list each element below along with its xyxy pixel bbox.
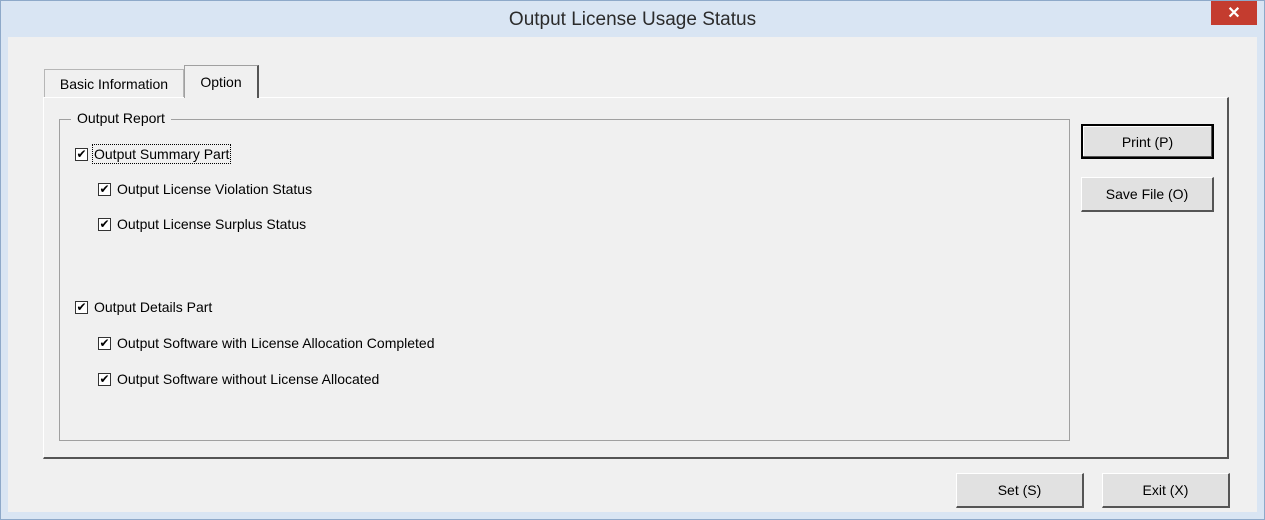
save-file-button[interactable]: Save File (O) (1081, 177, 1214, 212)
tab-basic-information[interactable]: Basic Information (44, 69, 184, 98)
checkbox-check-icon: ✔ (98, 335, 111, 350)
output-software-without-license-allocated-checkbox[interactable]: ✔ Output Software without License Alloca… (98, 371, 379, 387)
output-details-part-checkbox[interactable]: ✔ Output Details Part (75, 299, 212, 315)
close-button[interactable]: ✕ (1211, 1, 1257, 25)
checkbox-label: Output Software without License Allocate… (117, 371, 380, 387)
checkbox-label: Output License Surplus Status (117, 216, 307, 232)
exit-button[interactable]: Exit (X) (1102, 473, 1230, 508)
checkbox-label: Output Software with License Allocation … (117, 335, 435, 351)
checkbox-check-icon: ✔ (98, 216, 111, 231)
output-report-groupbox (59, 119, 1070, 441)
checkbox-label: Output Summary Part (91, 144, 232, 164)
tab-label: Basic Information (59, 76, 169, 92)
tab-label: Option (200, 74, 242, 90)
output-software-with-license-allocation-completed-checkbox[interactable]: ✔ Output Software with License Allocatio… (98, 335, 435, 351)
checkbox-check-icon: ✔ (75, 299, 88, 314)
checkbox-check-icon: ✔ (98, 181, 111, 196)
window-border-bottom (1, 512, 1264, 519)
output-license-violation-status-checkbox[interactable]: ✔ Output License Violation Status (98, 181, 312, 197)
checkbox-label: Output Details Part (94, 299, 213, 315)
print-button[interactable]: Print (P) (1081, 124, 1214, 159)
output-summary-part-checkbox[interactable]: ✔ Output Summary Part (75, 144, 232, 164)
checkbox-check-icon: ✔ (75, 146, 88, 161)
window-border-right (1257, 37, 1264, 519)
output-license-surplus-status-checkbox[interactable]: ✔ Output License Surplus Status (98, 216, 306, 232)
window-title: Output License Usage Status (508, 9, 757, 30)
dialog-window: Output License Usage Status ✕ Basic Info… (0, 0, 1265, 520)
window-border-left (1, 37, 8, 519)
close-icon: ✕ (1227, 5, 1241, 22)
checkbox-check-icon: ✔ (98, 371, 111, 386)
tab-option[interactable]: Option (184, 65, 259, 98)
checkbox-label: Output License Violation Status (117, 181, 313, 197)
title-bar[interactable]: Output License Usage Status ✕ (1, 1, 1264, 37)
set-button[interactable]: Set (S) (956, 473, 1084, 508)
output-report-legend: Output Report (71, 110, 171, 126)
